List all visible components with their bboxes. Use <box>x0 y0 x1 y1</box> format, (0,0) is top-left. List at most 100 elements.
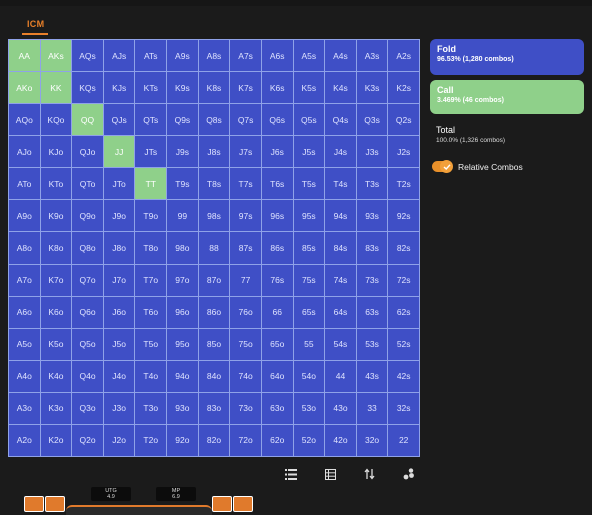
hand-cell-jto[interactable]: JTo <box>103 168 135 200</box>
hand-cell-q7s[interactable]: Q7s <box>230 104 261 136</box>
hand-cell-64s[interactable]: 64s <box>325 296 356 328</box>
hand-cell-t7o[interactable]: T7o <box>135 264 167 296</box>
hand-cell-k5s[interactable]: K5s <box>293 72 325 104</box>
hand-cell-97s[interactable]: 97s <box>230 200 261 232</box>
hand-cell-98s[interactable]: 98s <box>198 200 230 232</box>
hand-cell-52o[interactable]: 52o <box>293 424 325 456</box>
hand-cell-k2o[interactable]: K2o <box>40 424 72 456</box>
hand-cell-q6s[interactable]: Q6s <box>261 104 293 136</box>
hand-cell-a6s[interactable]: A6s <box>261 40 293 72</box>
hand-cell-jj[interactable]: JJ <box>103 136 135 168</box>
hand-cell-k2s[interactable]: K2s <box>388 72 419 104</box>
hand-cell-kk[interactable]: KK <box>40 72 72 104</box>
hand-cell-q6o[interactable]: Q6o <box>72 296 103 328</box>
hand-cell-aqs[interactable]: AQs <box>72 40 103 72</box>
hand-cell-t9o[interactable]: T9o <box>135 200 167 232</box>
hand-cell-73s[interactable]: 73s <box>356 264 388 296</box>
hand-cell-k8o[interactable]: K8o <box>40 232 72 264</box>
hand-cell-q4o[interactable]: Q4o <box>72 360 103 392</box>
hand-cell-ajs[interactable]: AJs <box>103 40 135 72</box>
fold-action-box[interactable]: Fold 96.53% (1,280 combos) <box>430 39 584 75</box>
hand-cell-kjs[interactable]: KJs <box>103 72 135 104</box>
hand-cell-aqo[interactable]: AQo <box>9 104 40 136</box>
hand-cell-32s[interactable]: 32s <box>388 392 419 424</box>
hand-cell-j2o[interactable]: J2o <box>103 424 135 456</box>
hand-cell-t5o[interactable]: T5o <box>135 328 167 360</box>
hand-cell-k6s[interactable]: K6s <box>261 72 293 104</box>
hand-cell-j8o[interactable]: J8o <box>103 232 135 264</box>
hand-cell-k4s[interactable]: K4s <box>325 72 356 104</box>
hand-cell-a4s[interactable]: A4s <box>325 40 356 72</box>
hand-cell-93o[interactable]: 93o <box>167 392 198 424</box>
hand-cell-kjo[interactable]: KJo <box>40 136 72 168</box>
hand-cell-96o[interactable]: 96o <box>167 296 198 328</box>
hand-cell-q2o[interactable]: Q2o <box>72 424 103 456</box>
hand-cell-t4o[interactable]: T4o <box>135 360 167 392</box>
tab-icm[interactable]: ICM <box>27 19 44 29</box>
hand-cell-53o[interactable]: 53o <box>293 392 325 424</box>
hand-cell-95s[interactable]: 95s <box>293 200 325 232</box>
hand-cell-j9s[interactable]: J9s <box>167 136 198 168</box>
hand-cell-qjs[interactable]: QJs <box>103 104 135 136</box>
hand-cell-95o[interactable]: 95o <box>167 328 198 360</box>
hand-cell-qts[interactable]: QTs <box>135 104 167 136</box>
hand-cell-32o[interactable]: 32o <box>356 424 388 456</box>
hand-cell-a3o[interactable]: A3o <box>9 392 40 424</box>
hand-cell-22[interactable]: 22 <box>388 424 419 456</box>
hand-cell-kts[interactable]: KTs <box>135 72 167 104</box>
hand-cell-92s[interactable]: 92s <box>388 200 419 232</box>
hand-cell-k8s[interactable]: K8s <box>198 72 230 104</box>
hand-cell-74o[interactable]: 74o <box>230 360 261 392</box>
hand-cell-97o[interactable]: 97o <box>167 264 198 296</box>
table-icon[interactable] <box>322 466 338 482</box>
hand-cell-kto[interactable]: KTo <box>40 168 72 200</box>
hand-cell-t7s[interactable]: T7s <box>230 168 261 200</box>
hand-cell-t2o[interactable]: T2o <box>135 424 167 456</box>
hand-cell-k6o[interactable]: K6o <box>40 296 72 328</box>
hand-cell-88[interactable]: 88 <box>198 232 230 264</box>
hand-cell-75s[interactable]: 75s <box>293 264 325 296</box>
hand-cell-a7s[interactable]: A7s <box>230 40 261 72</box>
hand-cell-q9s[interactable]: Q9s <box>167 104 198 136</box>
hand-cell-99[interactable]: 99 <box>167 200 198 232</box>
hand-cell-76s[interactable]: 76s <box>261 264 293 296</box>
hand-cell-63s[interactable]: 63s <box>356 296 388 328</box>
hand-cell-qq[interactable]: QQ <box>72 104 103 136</box>
hand-cell-j4s[interactable]: J4s <box>325 136 356 168</box>
hand-cell-85s[interactable]: 85s <box>293 232 325 264</box>
relative-combos-toggle-row[interactable]: Relative Combos <box>432 160 523 173</box>
hand-cell-43o[interactable]: 43o <box>325 392 356 424</box>
hand-cell-q5o[interactable]: Q5o <box>72 328 103 360</box>
hand-cell-a5s[interactable]: A5s <box>293 40 325 72</box>
hand-cell-33[interactable]: 33 <box>356 392 388 424</box>
hand-cell-qjo[interactable]: QJo <box>72 136 103 168</box>
hand-cell-j2s[interactable]: J2s <box>388 136 419 168</box>
hand-cell-72s[interactable]: 72s <box>388 264 419 296</box>
hand-cell-42s[interactable]: 42s <box>388 360 419 392</box>
hand-cell-72o[interactable]: 72o <box>230 424 261 456</box>
hand-cell-q8o[interactable]: Q8o <box>72 232 103 264</box>
list-icon[interactable] <box>283 466 299 482</box>
hand-cell-84s[interactable]: 84s <box>325 232 356 264</box>
hand-cell-t6o[interactable]: T6o <box>135 296 167 328</box>
hand-cell-j5o[interactable]: J5o <box>103 328 135 360</box>
hand-cell-t8s[interactable]: T8s <box>198 168 230 200</box>
call-action-box[interactable]: Call 3.469% (46 combos) <box>430 80 584 114</box>
hand-cell-54o[interactable]: 54o <box>293 360 325 392</box>
hand-cell-k5o[interactable]: K5o <box>40 328 72 360</box>
hand-cell-62o[interactable]: 62o <box>261 424 293 456</box>
hand-cell-ako[interactable]: AKo <box>9 72 40 104</box>
hand-cell-86s[interactable]: 86s <box>261 232 293 264</box>
hand-cell-87o[interactable]: 87o <box>198 264 230 296</box>
hand-cell-a2s[interactable]: A2s <box>388 40 419 72</box>
relative-combos-toggle[interactable] <box>432 160 453 173</box>
hand-cell-53s[interactable]: 53s <box>356 328 388 360</box>
hand-cell-t9s[interactable]: T9s <box>167 168 198 200</box>
hand-cell-a7o[interactable]: A7o <box>9 264 40 296</box>
hand-cell-65s[interactable]: 65s <box>293 296 325 328</box>
hand-cell-a8o[interactable]: A8o <box>9 232 40 264</box>
hand-cell-t3o[interactable]: T3o <box>135 392 167 424</box>
hand-cell-ats[interactable]: ATs <box>135 40 167 72</box>
hand-cell-a6o[interactable]: A6o <box>9 296 40 328</box>
hand-cell-55[interactable]: 55 <box>293 328 325 360</box>
